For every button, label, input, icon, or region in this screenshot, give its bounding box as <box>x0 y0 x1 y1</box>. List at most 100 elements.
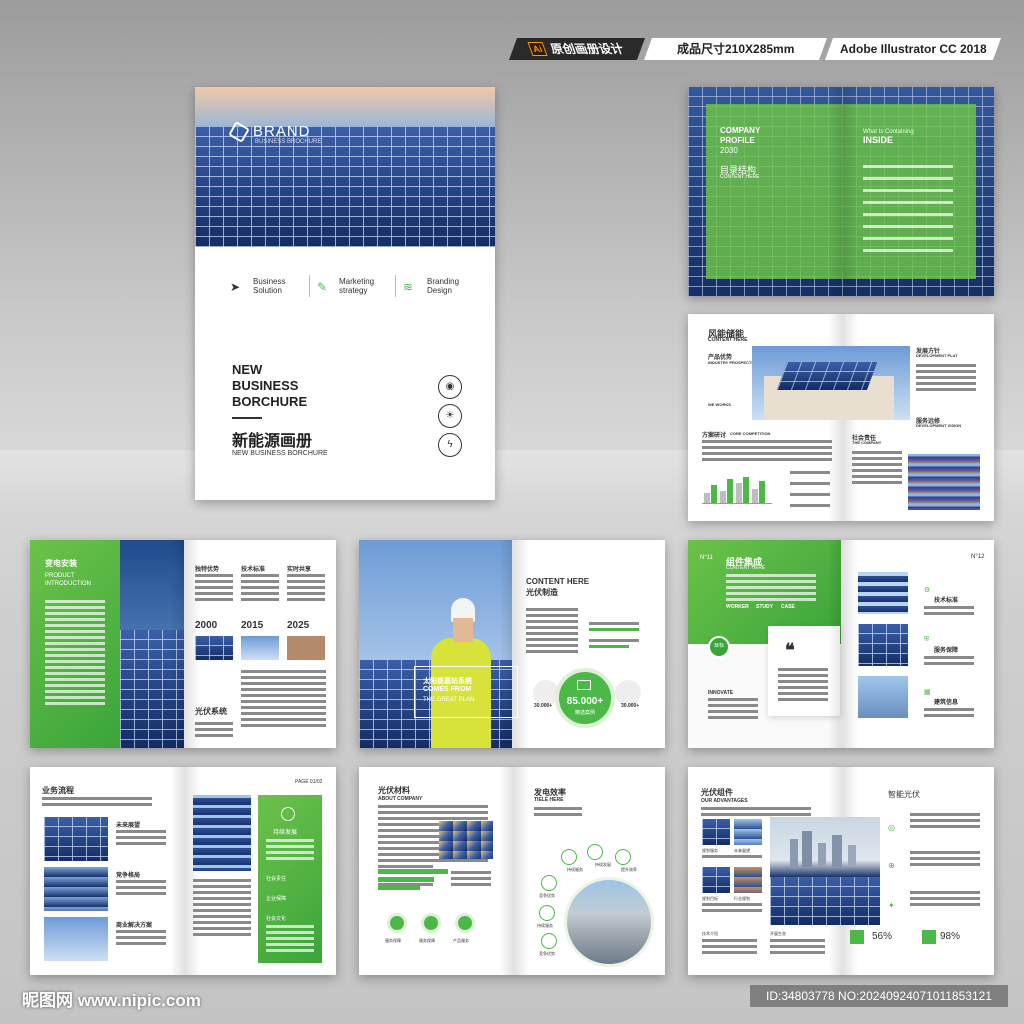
p8-title: 光伏组件 <box>701 788 733 797</box>
p3-sub: PRODUCT INTRODUCTION <box>45 573 91 587</box>
p2-c-text <box>702 440 832 464</box>
solar-field-image <box>908 454 980 510</box>
year-2015: 2015 <box>241 620 264 631</box>
p8-p1: 56% <box>872 931 893 942</box>
chat-icon <box>455 913 475 933</box>
bulb-icon: ◉ <box>438 375 462 399</box>
gear-icon: ⚙ <box>924 587 931 594</box>
p8-label-1: 规划服务 <box>702 848 718 853</box>
size-tag: 成品尺寸210X285mm <box>643 38 828 60</box>
p6-green-title: 持续发展 <box>273 830 298 836</box>
location-icon <box>281 807 295 821</box>
shield-icon: ⛨ <box>924 636 930 643</box>
chat-icon <box>387 913 407 933</box>
p8-thumb-3 <box>702 867 730 893</box>
item-image-2 <box>858 624 908 666</box>
p6-green-text <box>266 839 314 863</box>
company-profile: COMPANY PROFILE 2030 <box>720 126 761 155</box>
p7-sub: ABOUT COMPANY <box>378 796 423 802</box>
p8-label-2: 未来展望 <box>734 848 750 853</box>
brand-name: BRAND <box>253 123 311 140</box>
p7-icon-2: 服务保障 <box>419 938 435 943</box>
p2-a-sub: INDUSTRY PROSPECTS <box>708 360 755 365</box>
sun-icon: ☀ <box>438 404 462 428</box>
integration-spread: ❝ N°11 组件集成 CONTENT HERE WORKER STUDY CA… <box>688 540 994 748</box>
p3-h2: 技术标准 <box>241 567 266 573</box>
p6-g-1: 社会责任 <box>266 876 287 882</box>
p3-text2 <box>241 670 326 730</box>
p8-right-text-2 <box>910 851 980 869</box>
title-rule <box>232 417 262 419</box>
design-tag: Ai 原创画册设计 <box>508 38 646 60</box>
p7-net-6: 竞争优势 <box>539 951 555 956</box>
p2-e-text <box>852 451 902 487</box>
p7-net-3: 提升效率 <box>621 867 637 872</box>
p4-cn: 光伏制造 <box>526 588 558 597</box>
chart-icon <box>850 930 864 944</box>
net-node-icon <box>587 844 603 860</box>
brand-subtitle: BUSINESS BROCHURE <box>255 139 322 145</box>
software-tag: Adobe Illustrator CC 2018 <box>824 38 1002 60</box>
p5-col-study: STUDY <box>756 604 773 610</box>
service-2: Marketing strategy <box>339 277 375 295</box>
p2-e-sub: THE COMPANY <box>852 440 882 445</box>
p6-image-2 <box>44 867 108 911</box>
p7-net-5: 持续服务 <box>537 923 553 928</box>
p8-bottom-text-2 <box>770 939 825 957</box>
p2-d-sub: DEVELOPMENT VISION <box>916 423 962 428</box>
p8-label-3: 规划目标 <box>702 896 718 901</box>
globe-icon: ⊕ <box>888 861 895 870</box>
p6-text-2 <box>116 880 166 898</box>
spine <box>828 87 858 296</box>
p5-item-text-2 <box>924 656 974 668</box>
p3-sys: 光伏系统 <box>195 707 227 716</box>
p5-text <box>726 574 816 604</box>
p6-image-3 <box>44 917 108 961</box>
p5-inno: INNOVATE <box>708 690 734 696</box>
p6-text-3 <box>116 930 166 948</box>
p4-cn-caption: 太阳能基站系统 <box>423 678 472 685</box>
divider <box>395 275 396 297</box>
paper-plane-icon: ➤ <box>230 280 241 294</box>
p7-title: 光伏材料 <box>378 786 410 795</box>
cover-page: BRAND BUSINESS BROCHURE ➤ Business Soluti… <box>195 87 495 500</box>
p5-chip: 目标 <box>713 643 724 649</box>
p3-title: 变电安装 <box>45 559 77 568</box>
cover-title-cn: 新能源画册 <box>232 433 313 450</box>
p4-stat: 85.000+ <box>566 696 604 707</box>
p6-text-1 <box>116 830 166 848</box>
site-watermark: 昵图网 www.nipic.com <box>22 991 201 1010</box>
p8-thumb-2 <box>734 819 762 845</box>
sunset-panel-image <box>439 821 493 859</box>
toc-list <box>863 165 953 255</box>
spine <box>499 767 529 975</box>
contents-sub: CONTENT HERE <box>720 174 760 180</box>
p5-no2: N°12 <box>971 554 985 560</box>
p6-col <box>193 879 251 939</box>
p2-c-title: 方案研讨 <box>702 433 727 439</box>
p6-page: PAGE 01/02 <box>295 779 323 785</box>
p3-h3: 实时共享 <box>287 567 312 573</box>
star-icon: ✦ <box>888 901 895 910</box>
cover-sky <box>195 87 495 127</box>
p8-label-4: 行业规划 <box>734 896 750 901</box>
p5-item-2: 服务保障 <box>934 648 959 654</box>
quote-text <box>778 668 828 704</box>
p5-item-text-1 <box>924 606 974 618</box>
image-2000 <box>195 636 233 660</box>
p4-title: CONTENT HERE <box>526 577 590 586</box>
net-node-icon <box>541 875 557 891</box>
p4-s1: 30.000+ <box>534 703 553 709</box>
p6-image-1 <box>44 817 108 861</box>
spine <box>828 540 858 748</box>
p3-text <box>45 600 105 708</box>
p4-en1: COMES FROM <box>423 686 472 693</box>
net-node-icon <box>539 905 555 921</box>
pen-icon: ✎ <box>317 280 328 294</box>
materials-spread: 光伏材料 ABOUT COMPANY 服务保障 服务保障 产品服务 发电效率 T… <box>359 767 665 975</box>
p3-col3 <box>287 574 325 604</box>
presentation-icon <box>577 680 591 690</box>
service-3: Branding Design <box>427 277 460 295</box>
business-spread: 业务流程 PAGE 01/02 未来展望 竞争格局 商业解决方案 持续发展 社会… <box>30 767 336 975</box>
p8-label-5: 技术介绍 <box>702 931 718 936</box>
